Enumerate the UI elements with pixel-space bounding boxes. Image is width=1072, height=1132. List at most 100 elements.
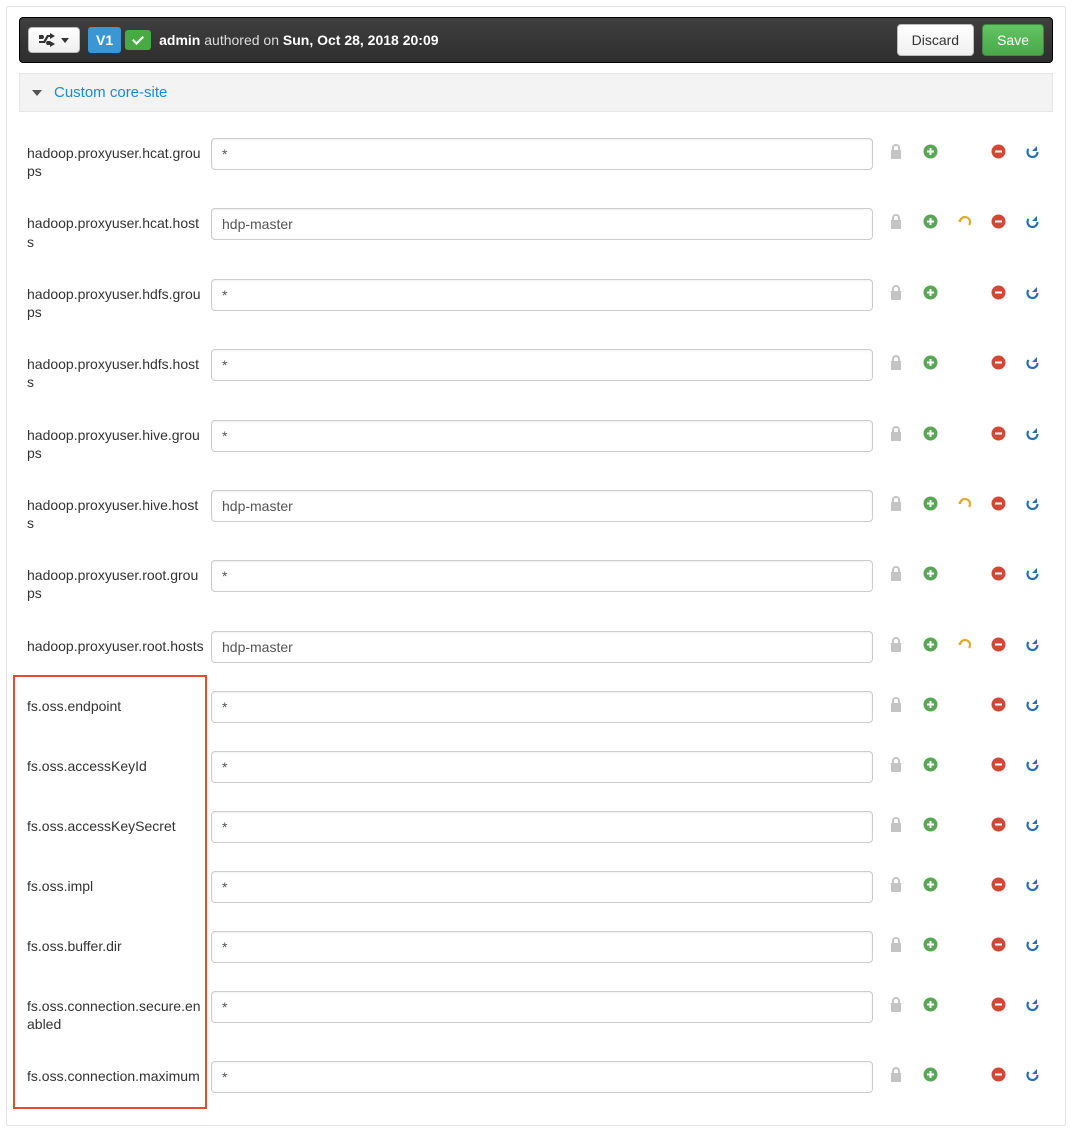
config-actions <box>873 871 1053 892</box>
config-value-input[interactable] <box>211 279 873 311</box>
config-row: hadoop.proxyuser.hive.groups <box>19 406 1053 476</box>
config-value-input[interactable] <box>211 1061 873 1093</box>
undo-icon[interactable] <box>955 637 973 652</box>
remove-icon[interactable] <box>989 1067 1007 1082</box>
add-icon[interactable] <box>921 937 939 952</box>
remove-icon[interactable] <box>989 144 1007 159</box>
undo-icon[interactable] <box>955 496 973 511</box>
remove-icon[interactable] <box>989 214 1007 229</box>
config-value-input[interactable] <box>211 490 873 522</box>
config-value-input[interactable] <box>211 691 873 723</box>
remove-icon[interactable] <box>989 426 1007 441</box>
config-label: fs.oss.connection.secure.enabled <box>19 991 211 1033</box>
add-icon[interactable] <box>921 214 939 229</box>
config-row: hadoop.proxyuser.hive.hosts <box>19 476 1053 546</box>
refresh-icon[interactable] <box>1023 877 1041 892</box>
remove-icon[interactable] <box>989 757 1007 772</box>
remove-icon[interactable] <box>989 997 1007 1012</box>
config-value-input[interactable] <box>211 138 873 170</box>
remove-icon[interactable] <box>989 566 1007 581</box>
config-actions <box>873 631 1053 652</box>
lock-icon <box>887 697 905 712</box>
config-value-input[interactable] <box>211 811 873 843</box>
lock-icon <box>887 937 905 952</box>
remove-icon[interactable] <box>989 937 1007 952</box>
author-info: admin authored on Sun, Oct 28, 2018 20:0… <box>159 32 438 48</box>
config-row: fs.oss.impl <box>19 857 1053 917</box>
add-icon[interactable] <box>921 355 939 370</box>
remove-icon[interactable] <box>989 355 1007 370</box>
config-label: fs.oss.impl <box>19 871 211 895</box>
refresh-icon[interactable] <box>1023 144 1041 159</box>
config-actions <box>873 691 1053 712</box>
remove-icon[interactable] <box>989 637 1007 652</box>
config-label: fs.oss.buffer.dir <box>19 931 211 955</box>
refresh-icon[interactable] <box>1023 426 1041 441</box>
config-row: fs.oss.endpoint <box>19 677 1053 737</box>
config-label: hadoop.proxyuser.root.groups <box>19 560 211 602</box>
config-value-input[interactable] <box>211 560 873 592</box>
config-value-input[interactable] <box>211 208 873 240</box>
remove-icon[interactable] <box>989 285 1007 300</box>
refresh-icon[interactable] <box>1023 214 1041 229</box>
lock-icon <box>887 355 905 370</box>
lock-icon <box>887 637 905 652</box>
refresh-icon[interactable] <box>1023 697 1041 712</box>
config-row: hadoop.proxyuser.hcat.groups <box>19 124 1053 194</box>
add-icon[interactable] <box>921 1067 939 1082</box>
add-icon[interactable] <box>921 997 939 1012</box>
config-value-input[interactable] <box>211 751 873 783</box>
add-icon[interactable] <box>921 426 939 441</box>
config-value-input[interactable] <box>211 631 873 663</box>
add-icon[interactable] <box>921 877 939 892</box>
authored-date: Sun, Oct 28, 2018 20:09 <box>283 32 439 48</box>
add-icon[interactable] <box>921 637 939 652</box>
refresh-icon[interactable] <box>1023 817 1041 832</box>
add-icon[interactable] <box>921 285 939 300</box>
lock-icon <box>887 757 905 772</box>
remove-icon[interactable] <box>989 817 1007 832</box>
config-value-input[interactable] <box>211 349 873 381</box>
lock-icon <box>887 566 905 581</box>
refresh-icon[interactable] <box>1023 997 1041 1012</box>
refresh-icon[interactable] <box>1023 496 1041 511</box>
add-icon[interactable] <box>921 817 939 832</box>
shuffle-icon <box>39 33 55 47</box>
section-header[interactable]: Custom core-site <box>19 73 1053 112</box>
status-check-badge <box>125 30 151 50</box>
config-value-input[interactable] <box>211 931 873 963</box>
add-icon[interactable] <box>921 496 939 511</box>
remove-icon[interactable] <box>989 877 1007 892</box>
refresh-icon[interactable] <box>1023 285 1041 300</box>
lock-icon <box>887 144 905 159</box>
add-icon[interactable] <box>921 757 939 772</box>
caret-down-icon <box>61 38 69 43</box>
refresh-icon[interactable] <box>1023 757 1041 772</box>
refresh-icon[interactable] <box>1023 566 1041 581</box>
remove-icon[interactable] <box>989 697 1007 712</box>
page-container: V1 admin authored on Sun, Oct 28, 2018 2… <box>6 6 1066 1126</box>
config-value-input[interactable] <box>211 871 873 903</box>
config-label: fs.oss.endpoint <box>19 691 211 715</box>
config-row: hadoop.proxyuser.root.groups <box>19 546 1053 616</box>
config-value-input[interactable] <box>211 420 873 452</box>
add-icon[interactable] <box>921 697 939 712</box>
config-actions <box>873 420 1053 441</box>
refresh-icon[interactable] <box>1023 637 1041 652</box>
undo-icon[interactable] <box>955 214 973 229</box>
refresh-icon[interactable] <box>1023 937 1041 952</box>
add-icon[interactable] <box>921 144 939 159</box>
config-label: hadoop.proxyuser.hcat.groups <box>19 138 211 180</box>
compare-versions-button[interactable] <box>28 27 80 53</box>
config-row: hadoop.proxyuser.hdfs.groups <box>19 265 1053 335</box>
discard-button[interactable]: Discard <box>897 24 974 56</box>
add-icon[interactable] <box>921 566 939 581</box>
refresh-icon[interactable] <box>1023 355 1041 370</box>
config-row: fs.oss.accessKeySecret <box>19 797 1053 857</box>
refresh-icon[interactable] <box>1023 1067 1041 1082</box>
save-button[interactable]: Save <box>982 24 1044 56</box>
config-value-input[interactable] <box>211 991 873 1023</box>
remove-icon[interactable] <box>989 496 1007 511</box>
config-label: hadoop.proxyuser.root.hosts <box>19 631 211 655</box>
config-actions <box>873 208 1053 229</box>
